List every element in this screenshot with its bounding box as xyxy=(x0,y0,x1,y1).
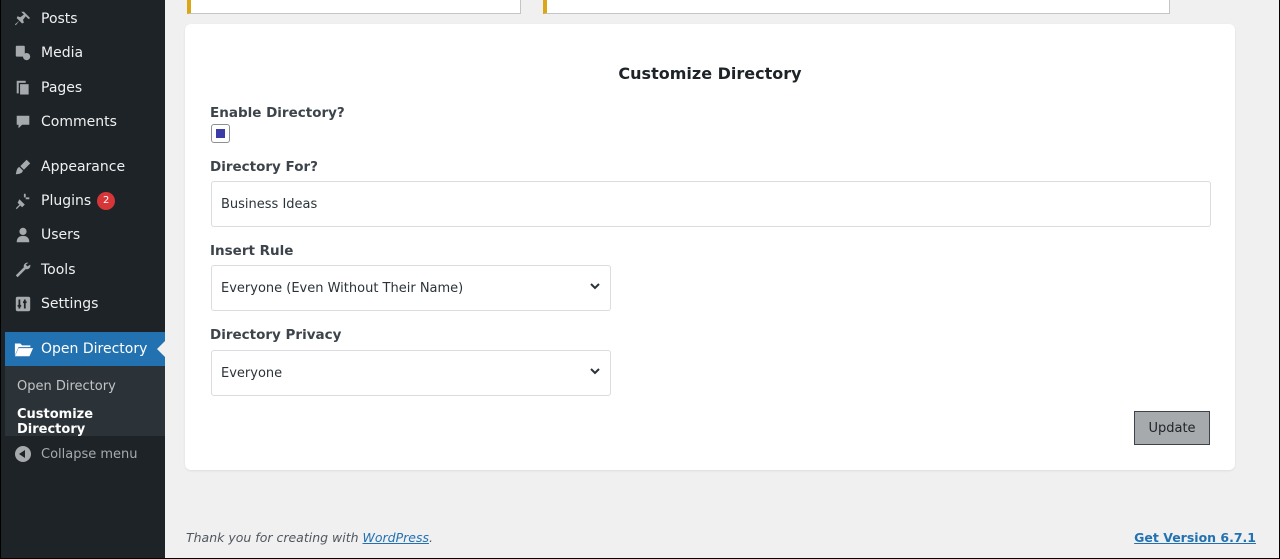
plugins-update-badge: 2 xyxy=(97,192,116,210)
admin-sidebar: Posts Media Pages Comments Appearance Pl… xyxy=(1,0,165,558)
directory-privacy-value: Everyone xyxy=(221,365,283,381)
sidebar-item-label: Open Directory xyxy=(41,341,148,357)
settings-icon xyxy=(13,294,33,314)
pages-icon xyxy=(13,78,33,98)
sidebar-item-label: Posts xyxy=(41,11,78,27)
checkbox-checked-mark xyxy=(216,129,225,138)
sidebar-item-open-directory[interactable]: Open Directory xyxy=(5,332,165,366)
directory-for-label: Directory For? xyxy=(210,159,318,175)
sidebar-item-comments[interactable]: Comments xyxy=(1,105,165,139)
sidebar-item-label: Settings xyxy=(41,296,99,312)
wp-admin-frame: Posts Media Pages Comments Appearance Pl… xyxy=(0,0,1280,559)
directory-privacy-label: Directory Privacy xyxy=(210,327,342,343)
top-panel-right xyxy=(543,0,1170,14)
sidebar-item-label: Appearance xyxy=(41,159,126,175)
sidebar-submenu: Open Directory Customize Directory xyxy=(5,366,165,437)
page-title: Customize Directory xyxy=(618,64,802,83)
collapse-menu-label: Collapse menu xyxy=(41,446,138,462)
folder-open-icon xyxy=(13,339,35,359)
brush-icon xyxy=(13,157,33,177)
pin-icon xyxy=(13,9,33,29)
sidebar-item-pages[interactable]: Pages xyxy=(1,71,165,105)
directory-privacy-select[interactable]: Everyone xyxy=(211,350,611,396)
sidebar-item-plugins[interactable]: Plugins 2 xyxy=(1,184,165,218)
plugin-icon xyxy=(13,191,33,211)
user-icon xyxy=(13,225,33,245)
sidebar-item-label: Comments xyxy=(41,114,117,130)
customize-directory-card: Customize Directory Enable Directory? Di… xyxy=(185,24,1235,470)
sidebar-item-users[interactable]: Users xyxy=(1,218,165,252)
footer-thanks-suffix: . xyxy=(429,530,433,545)
insert-rule-label: Insert Rule xyxy=(210,243,294,259)
sidebar-item-label: Tools xyxy=(41,262,76,278)
collapse-arrow-icon xyxy=(14,445,32,463)
sidebar-item-label: Pages xyxy=(41,80,83,96)
sidebar-item-appearance[interactable]: Appearance xyxy=(1,150,165,184)
submenu-item-customize-directory[interactable]: Customize Directory xyxy=(17,407,165,437)
enable-directory-checkbox[interactable] xyxy=(211,124,230,143)
update-button[interactable]: Update xyxy=(1134,411,1210,445)
collapse-menu-button[interactable]: Collapse menu xyxy=(1,441,165,467)
wrench-icon xyxy=(13,260,33,280)
directory-for-value: Business Ideas xyxy=(221,196,318,212)
submenu-item-open-directory[interactable]: Open Directory xyxy=(17,379,116,394)
sidebar-item-tools[interactable]: Tools xyxy=(1,253,165,287)
chevron-down-icon xyxy=(589,280,601,296)
enable-directory-label: Enable Directory? xyxy=(210,105,345,121)
footer-thanks-prefix: Thank you for creating with xyxy=(186,530,363,545)
sidebar-item-media[interactable]: Media xyxy=(1,36,165,70)
directory-for-input[interactable]: Business Ideas xyxy=(211,181,1211,227)
footer-thanks: Thank you for creating with WordPress. xyxy=(186,530,433,545)
media-icon xyxy=(13,43,33,63)
sidebar-item-label: Plugins xyxy=(41,193,92,209)
sidebar-item-posts[interactable]: Posts xyxy=(1,2,165,36)
chevron-down-icon xyxy=(589,365,601,381)
sidebar-item-label: Media xyxy=(41,45,84,61)
insert-rule-value: Everyone (Even Without Their Name) xyxy=(221,280,464,296)
comment-icon xyxy=(13,112,33,132)
insert-rule-select[interactable]: Everyone (Even Without Their Name) xyxy=(211,265,611,311)
wordpress-link[interactable]: WordPress xyxy=(363,530,429,545)
top-panel-left xyxy=(187,0,521,14)
sidebar-item-settings[interactable]: Settings xyxy=(1,287,165,321)
get-version-link[interactable]: Get Version 6.7.1 xyxy=(1134,530,1256,545)
sidebar-item-label: Users xyxy=(41,227,81,243)
